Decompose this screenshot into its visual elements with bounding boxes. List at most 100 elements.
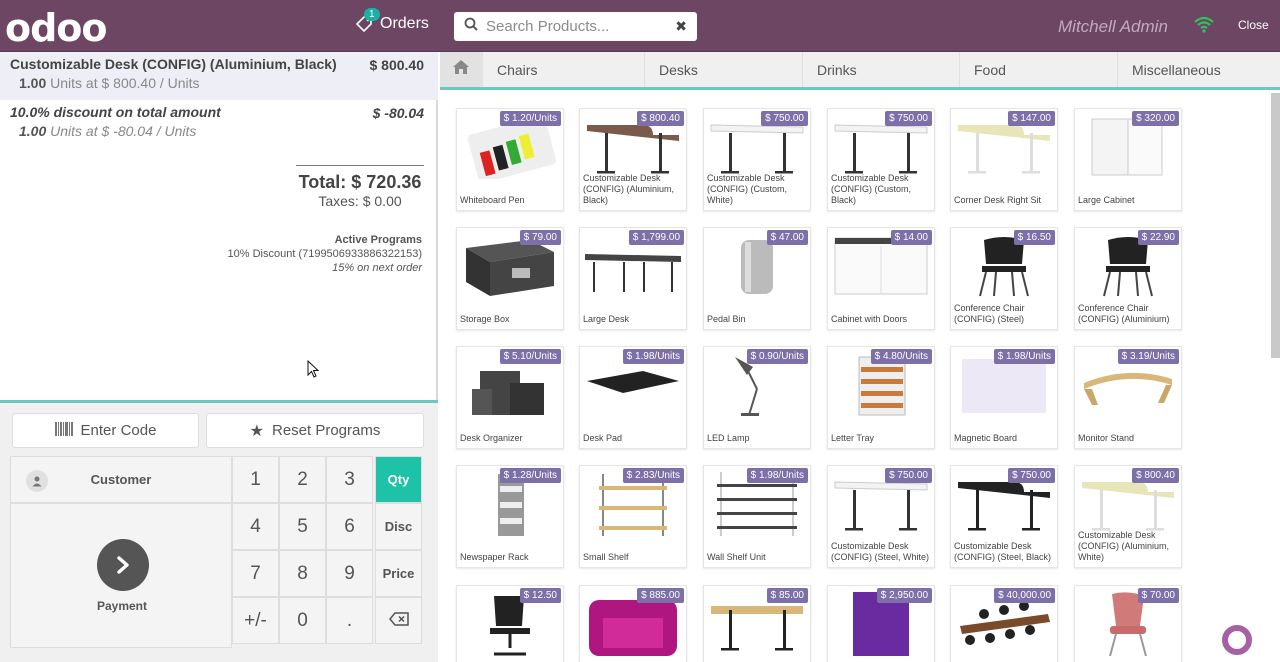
category-drinks[interactable]: Drinks	[802, 52, 959, 87]
numpad-key[interactable]: 9	[326, 550, 373, 597]
category-food[interactable]: Food	[959, 52, 1117, 87]
product-price: $ 2,950.00	[876, 588, 932, 603]
category-chairs[interactable]: Chairs	[482, 52, 644, 87]
payment-button[interactable]: Payment	[10, 503, 232, 648]
product-card[interactable]: $ 16.50 Conference Chair (CONFIG) (Steel)	[950, 227, 1058, 330]
product-card[interactable]: $ 750.00 Customizable Desk (CONFIG) (Cust…	[827, 108, 935, 211]
search-bar[interactable]: Search Products... ✖	[454, 12, 697, 41]
avatar-icon	[26, 470, 48, 492]
reset-programs-button[interactable]: ★ Reset Programs	[206, 413, 424, 448]
product-card[interactable]: $ 4.80/Units Letter Tray	[827, 346, 935, 449]
product-card[interactable]: $ 750.00 Customizable Desk (CONFIG) (Stee…	[950, 465, 1058, 568]
product-name: Small Shelf	[583, 552, 629, 562]
clear-search-icon[interactable]: ✖	[675, 18, 687, 35]
numpad-key[interactable]: .	[326, 597, 373, 644]
product-card[interactable]: $ 12.50	[456, 585, 564, 662]
product-card[interactable]: $ 85.00	[703, 585, 811, 662]
product-price: $ 22.90	[1137, 230, 1179, 245]
product-card[interactable]: $ 79.00 Storage Box	[456, 227, 564, 330]
disc-mode-button[interactable]: Disc	[375, 503, 422, 550]
numpad-key[interactable]: 5	[279, 503, 326, 550]
home-category-button[interactable]	[440, 52, 482, 87]
product-price: $ 79.00	[519, 230, 561, 245]
total-amount: Total: $ 720.36	[298, 172, 422, 192]
search-input[interactable]: Search Products...	[486, 18, 675, 35]
numpad-key[interactable]: 7	[232, 550, 279, 597]
wifi-icon	[1194, 16, 1214, 34]
product-card[interactable]: $ 885.00	[579, 585, 687, 662]
product-name: Monitor Stand	[1078, 433, 1135, 443]
mouse-cursor-icon	[307, 360, 319, 378]
order-line[interactable]: Customizable Desk (CONFIG) (Aluminium, B…	[0, 52, 438, 100]
enter-code-label: Enter Code	[80, 422, 157, 439]
programs-header: Active Programs	[334, 234, 422, 246]
product-card[interactable]: $ 320.00 Large Cabinet	[1074, 108, 1182, 211]
product-name: Magnetic Board	[954, 433, 1018, 443]
numpad-key[interactable]: 8	[279, 550, 326, 597]
scrollbar[interactable]	[1271, 93, 1280, 358]
product-price: $ 750.00	[761, 111, 808, 126]
product-card[interactable]: $ 750.00 Customizable Desk (CONFIG) (Cust…	[703, 108, 811, 211]
product-card[interactable]: $ 0.90/Units LED Lamp	[703, 346, 811, 449]
numpad-key[interactable]: 6	[326, 503, 373, 550]
product-card[interactable]: $ 750.00 Customizable Desk (CONFIG) (Stee…	[827, 465, 935, 568]
order-line-price: $ 800.40	[369, 57, 425, 73]
numpad-key[interactable]: 1	[232, 456, 279, 503]
product-card[interactable]: $ 1.98/Units Magnetic Board	[950, 346, 1058, 449]
product-card[interactable]: $ 1.28/Units Newspaper Rack	[456, 465, 564, 568]
product-price: $ 750.00	[885, 468, 932, 483]
product-card[interactable]: $ 40,000.00	[950, 585, 1058, 662]
enter-code-button[interactable]: Enter Code	[12, 413, 199, 448]
numpad-key[interactable]: +/-	[232, 597, 279, 644]
chat-widget-button[interactable]	[1217, 620, 1257, 660]
product-card[interactable]: $ 1.20/Units Whiteboard Pen	[456, 108, 564, 211]
top-bar: odoo 1 Orders Search Products... ✖ Mitch…	[0, 0, 1280, 52]
product-card[interactable]: $ 1.98/Units Wall Shelf Unit	[703, 465, 811, 568]
chevron-right-icon	[97, 539, 149, 591]
qty-mode-button[interactable]: Qty	[375, 456, 422, 503]
order-line[interactable]: 10.0% discount on total amount $ -80.04 …	[0, 100, 438, 146]
product-name: Customizable Desk (CONFIG) (Custom, Whit…	[707, 173, 787, 205]
backspace-button[interactable]	[375, 597, 422, 644]
product-card[interactable]: $ 22.90 Conference Chair (CONFIG) (Alumin…	[1074, 227, 1182, 330]
product-card[interactable]: $ 800.40 Customizable Desk (CONFIG) (Alum…	[579, 108, 687, 211]
product-price: $ 5.10/Units	[499, 349, 561, 364]
product-card[interactable]: $ 5.10/Units Desk Organizer	[456, 346, 564, 449]
orders-button[interactable]: 1 Orders	[354, 8, 429, 34]
category-miscellaneous[interactable]: Miscellaneous	[1117, 52, 1280, 87]
close-button[interactable]: Close	[1238, 18, 1269, 32]
product-card[interactable]: $ 70.00	[1074, 585, 1182, 662]
product-card[interactable]: $ 2.83/Units Small Shelf	[579, 465, 687, 568]
product-price: $ 750.00	[1008, 468, 1055, 483]
search-icon	[464, 17, 478, 36]
product-price: $ 885.00	[637, 588, 684, 603]
product-name: Customizable Desk (CONFIG) (Aluminium, B…	[583, 173, 675, 205]
product-name: Large Cabinet	[1078, 195, 1135, 205]
numpad-key[interactable]: 4	[232, 503, 279, 550]
price-mode-button[interactable]: Price	[375, 550, 422, 597]
home-icon	[452, 59, 470, 80]
customer-button[interactable]: Customer	[10, 456, 232, 503]
numpad-key[interactable]: 3	[326, 456, 373, 503]
product-name: Wall Shelf Unit	[707, 552, 766, 562]
category-desks[interactable]: Desks	[644, 52, 802, 87]
product-card[interactable]: $ 147.00 Corner Desk Right Sit	[950, 108, 1058, 211]
numpad-key[interactable]: 0	[279, 597, 326, 644]
product-card[interactable]: $ 1,799.00 Large Desk	[579, 227, 687, 330]
product-card[interactable]: $ 3.19/Units Monitor Stand	[1074, 346, 1182, 449]
product-name: Customizable Desk (CONFIG) (Aluminium, W…	[1078, 530, 1170, 562]
product-name: Pedal Bin	[707, 314, 746, 324]
product-name: Customizable Desk (CONFIG) (Steel, Black…	[954, 541, 1052, 562]
product-card[interactable]: $ 2,950.00	[827, 585, 935, 662]
product-card[interactable]: $ 14.00 Cabinet with Doors	[827, 227, 935, 330]
star-icon: ★	[249, 422, 264, 440]
product-card[interactable]: $ 1.98/Units Desk Pad	[579, 346, 687, 449]
product-card[interactable]: $ 47.00 Pedal Bin	[703, 227, 811, 330]
product-name: Conference Chair (CONFIG) (Aluminium)	[1078, 303, 1170, 324]
odoo-logo: odoo	[5, 6, 108, 50]
product-name: Newspaper Rack	[460, 552, 529, 562]
product-card[interactable]: $ 800.40 Customizable Desk (CONFIG) (Alum…	[1074, 465, 1182, 568]
orders-count-badge: 1	[364, 8, 380, 21]
numpad-key[interactable]: 2	[279, 456, 326, 503]
order-line-info: 1.00 Units at $ 800.40 / Units	[19, 75, 200, 91]
